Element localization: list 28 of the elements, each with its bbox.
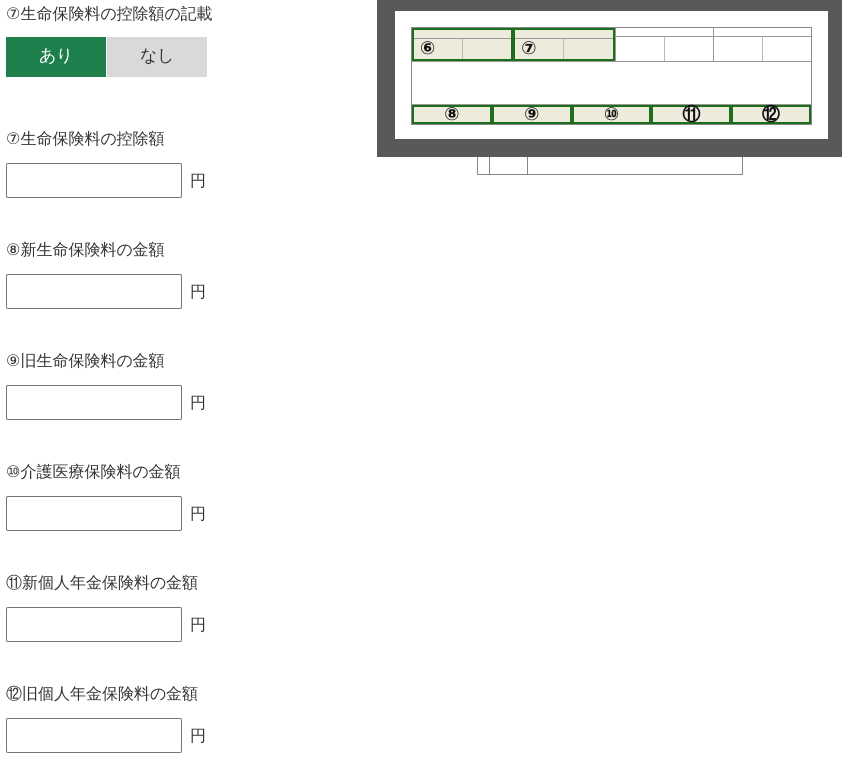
amount-input[interactable]	[6, 718, 182, 753]
field-label: ⑧新生命保険料の金額	[6, 239, 166, 261]
unit-label: 円	[190, 502, 206, 524]
form-number: ⑨	[524, 106, 540, 124]
field-label: ⑫旧個人年金保険料の金額	[6, 683, 199, 705]
unit-label: 円	[190, 170, 206, 192]
toggle-option[interactable]: なし	[107, 37, 207, 77]
field-label: ⑩介護医療保険料の金額	[6, 461, 182, 483]
amount-input[interactable]	[6, 385, 182, 420]
amount-input[interactable]	[6, 163, 182, 198]
form-number: ⑫	[762, 106, 780, 124]
amount-input[interactable]	[6, 274, 182, 309]
field-label: ⑪新個人年金保険料の金額	[6, 572, 199, 594]
form-number: ⑧	[444, 106, 460, 124]
unit-label: 円	[190, 280, 206, 302]
form-number: ⑩	[604, 106, 620, 124]
amount-input[interactable]	[6, 496, 182, 531]
unit-label: 円	[190, 614, 206, 636]
form-number: ⑪	[682, 106, 700, 124]
form-number: ⑥	[420, 40, 436, 58]
amount-input[interactable]	[6, 607, 182, 642]
field-label: ⑦生命保険料の控除額	[6, 128, 166, 150]
unit-label: 円	[190, 392, 206, 414]
toggle-label: ⑦生命保険料の控除額の記載	[6, 3, 214, 25]
unit-label: 円	[190, 724, 206, 746]
toggle-option[interactable]: あり	[6, 37, 106, 77]
form-number: ⑦	[521, 40, 536, 58]
field-label: ⑨旧生命保険料の金額	[6, 350, 166, 372]
